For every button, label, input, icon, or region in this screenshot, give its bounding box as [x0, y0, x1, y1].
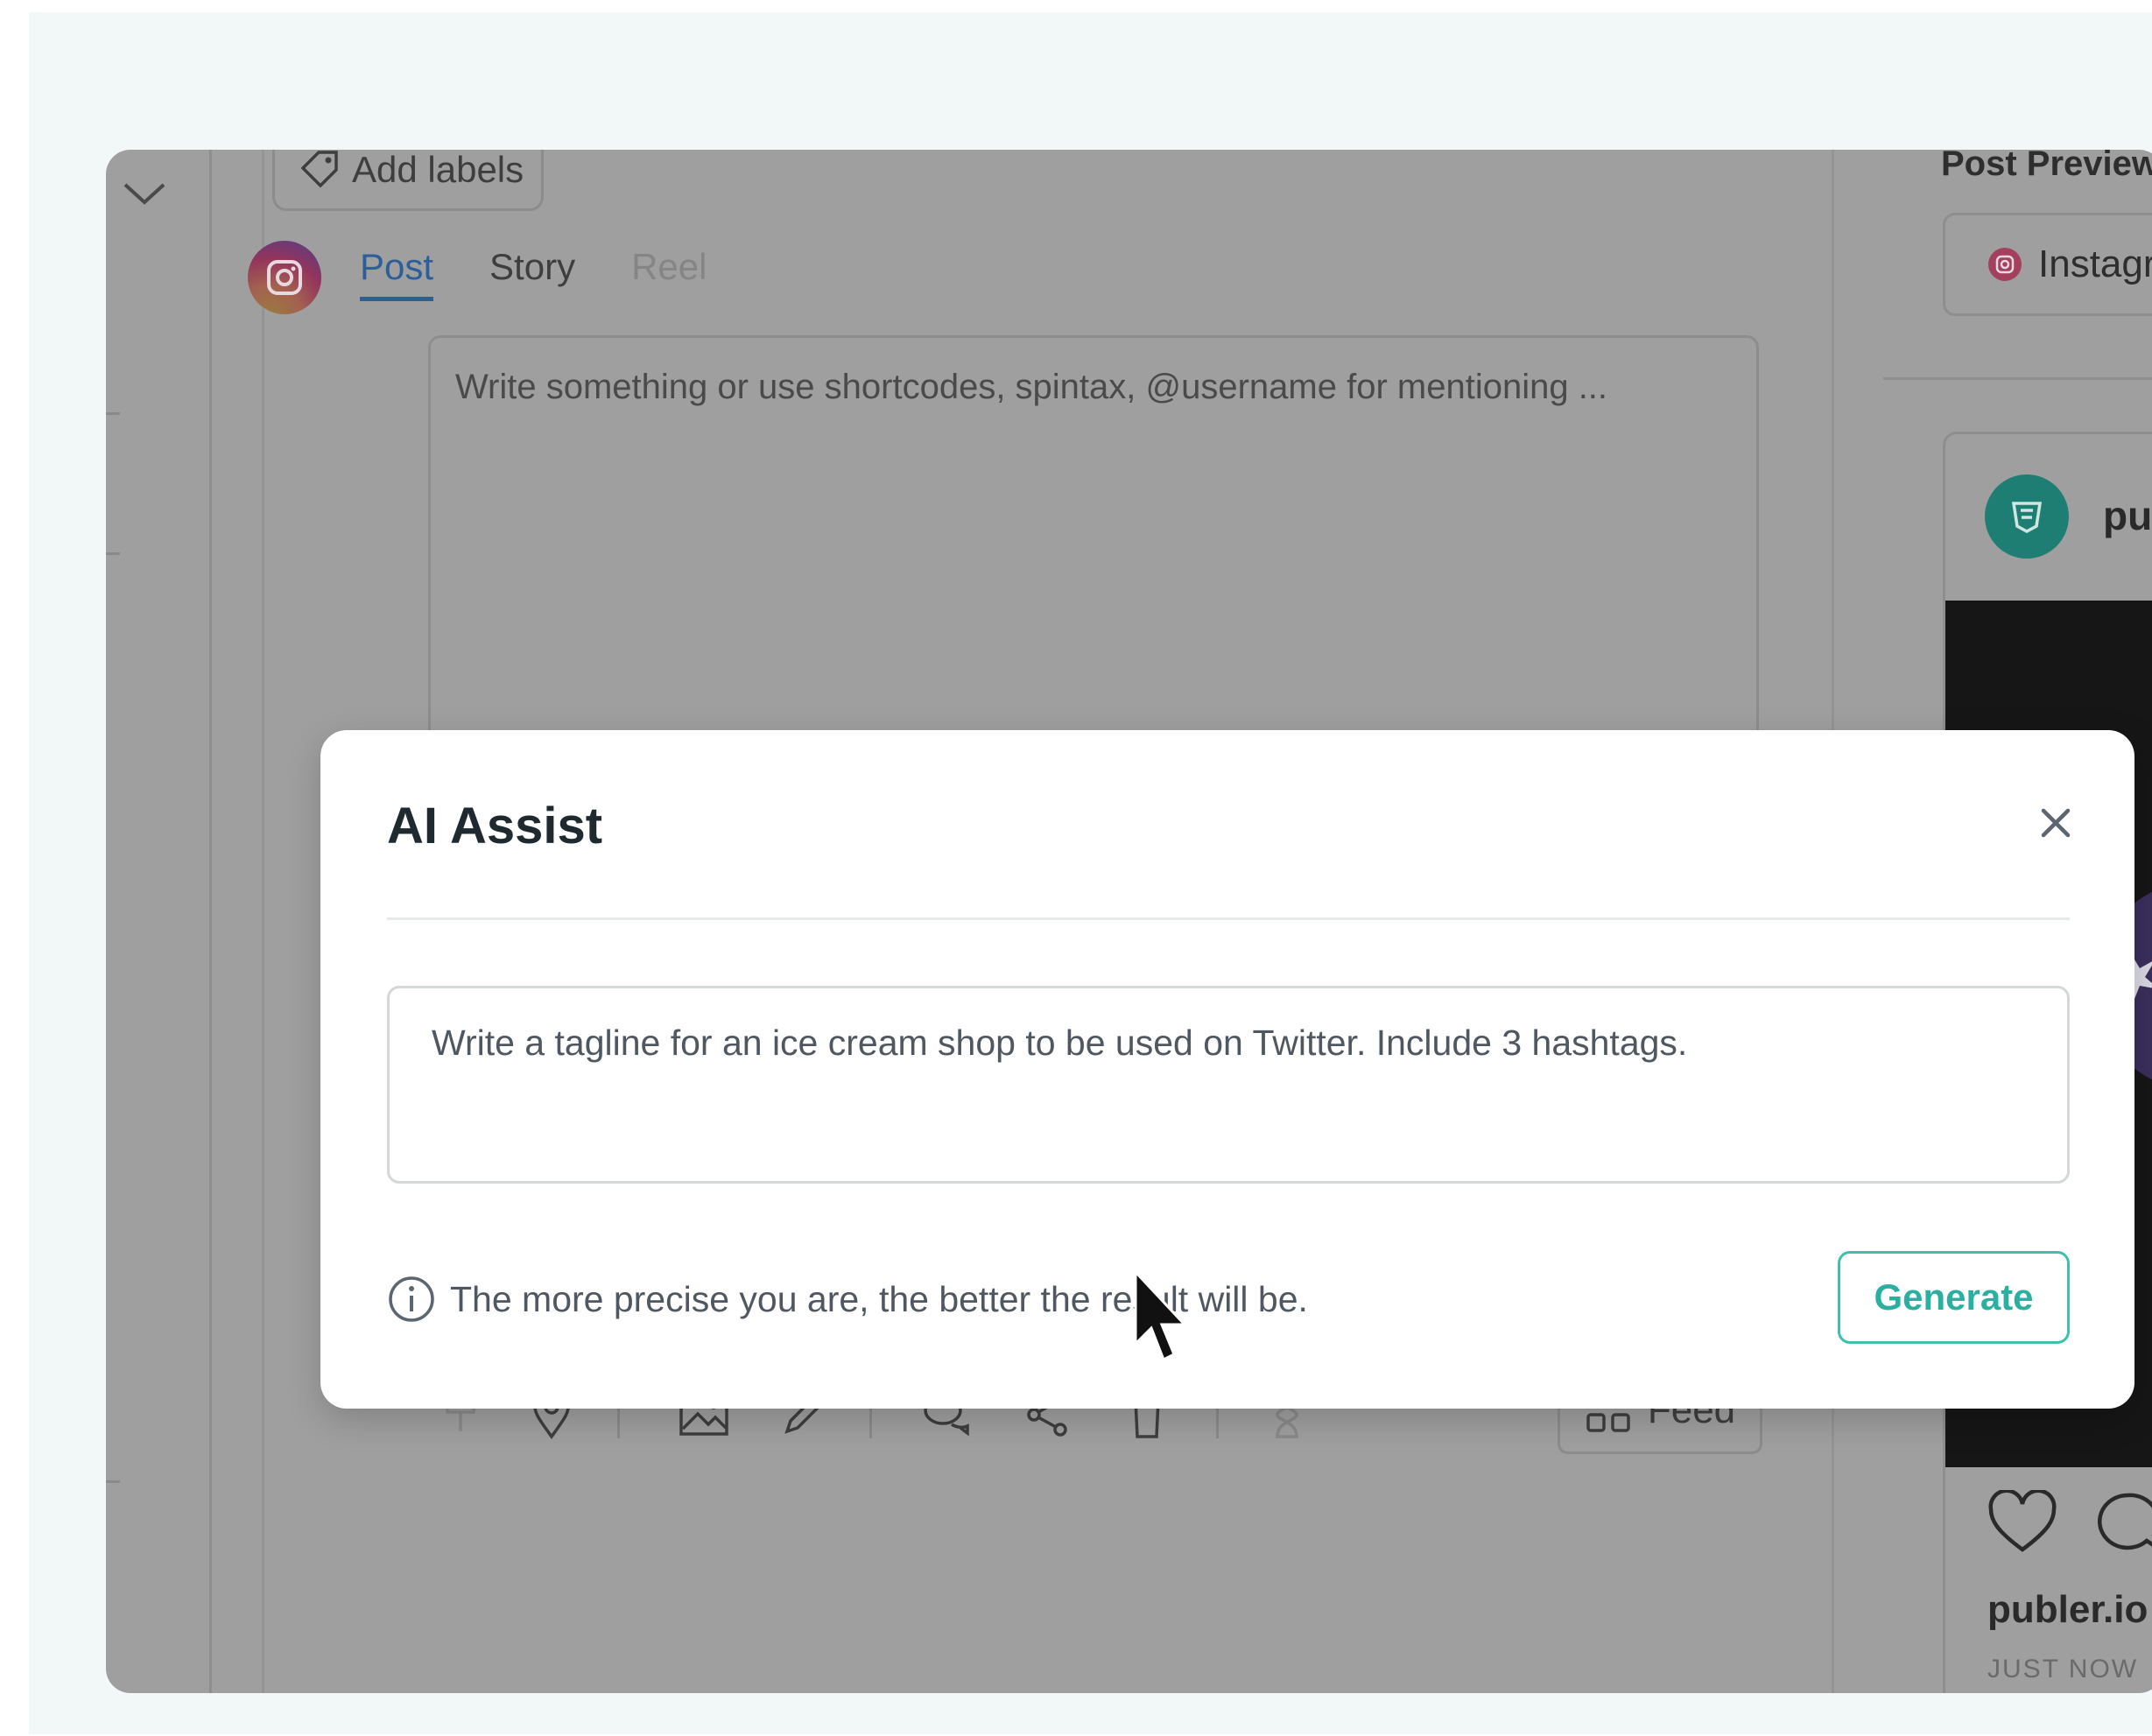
instagram-icon: [267, 260, 302, 295]
publer-avatar: [1985, 474, 2069, 559]
left-rail: [106, 150, 212, 1693]
close-button[interactable]: [2035, 802, 2077, 844]
info-icon: [389, 1276, 434, 1322]
preview-account-name: publer.io: [1987, 1588, 2148, 1631]
close-icon: [2041, 808, 2071, 838]
preview-divider: [1883, 377, 2152, 380]
add-labels-button[interactable]: Add labels: [272, 150, 544, 211]
generate-button[interactable]: Generate: [1838, 1251, 2070, 1344]
app-window: Add labels Post Story Reel Write somethi…: [106, 150, 2152, 1693]
tab-post[interactable]: Post: [360, 246, 434, 301]
mouse-cursor-icon: [1134, 1269, 1188, 1362]
preview-network-label: Instagr: [2038, 242, 2152, 285]
publer-logo-icon: [2011, 502, 2043, 533]
rail-divider: [106, 552, 120, 555]
instagram-icon: [1988, 248, 2022, 281]
tab-reel[interactable]: Reel: [631, 246, 707, 301]
rail-divider: [106, 412, 120, 415]
ai-prompt-input[interactable]: Write a tagline for an ice cream shop to…: [387, 986, 2070, 1184]
preview-title: Post Preview: [1941, 150, 2152, 183]
instagram-avatar[interactable]: [248, 241, 321, 314]
modal-title: AI Assist: [387, 798, 603, 854]
tag-icon: [300, 151, 338, 188]
heart-icon[interactable]: [1987, 1490, 2057, 1555]
screenshot-frame: Add labels Post Story Reel Write somethi…: [29, 12, 2152, 1734]
preview-timestamp: JUST NOW: [1987, 1655, 2139, 1683]
post-type-tabs: Post Story Reel: [360, 246, 707, 301]
add-labels-label: Add labels: [352, 150, 524, 190]
rail-divider: [106, 1480, 120, 1483]
editor-placeholder: Write something or use shortcodes, spint…: [455, 368, 1608, 406]
modal-divider: [387, 917, 2070, 920]
preview-actions: [1987, 1490, 2152, 1555]
preview-network-select[interactable]: Instagr: [1943, 213, 2152, 316]
ai-assist-modal: AI Assist Write a tagline for an ice cre…: [320, 730, 2134, 1409]
tab-story[interactable]: Story: [489, 246, 575, 301]
comment-icon[interactable]: [2092, 1490, 2152, 1555]
preview-header-name: pub: [2103, 493, 2152, 538]
chevron-down-icon[interactable]: [118, 165, 171, 218]
